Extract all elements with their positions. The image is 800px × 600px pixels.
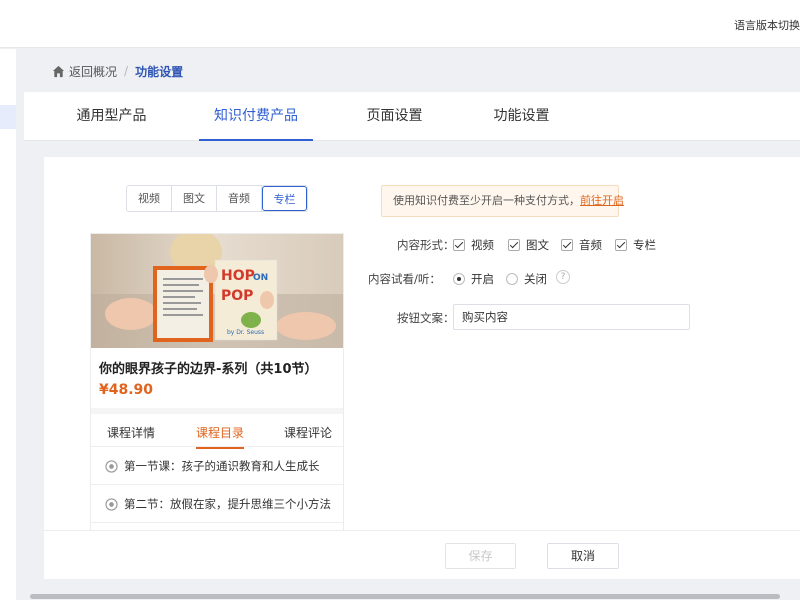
horizontal-scrollbar[interactable] [30,594,780,599]
book-title-hop: HOP [221,268,255,284]
breadcrumb-current: 功能设置 [135,64,184,79]
settings-panel: 视频 图文 音频 专栏 HOP ON POP by Dr. Seuss 你的眼界… [44,157,800,579]
book-author: by Dr. Seuss [227,329,264,336]
content-form-label: 内容形式： [397,238,455,252]
content-type-column[interactable]: 专栏 [262,186,307,211]
breadcrumb: 返回概况 / 功能设置 [52,62,183,80]
course-price: ¥48.90 [99,382,154,398]
content-form-audio-checkbox[interactable]: 音频 [561,237,602,253]
play-circle-icon [105,497,118,511]
radio-unselected-icon [506,273,518,285]
tab-function-settings[interactable]: 功能设置 [464,92,579,141]
content-form-column-checkbox[interactable]: 专栏 [615,237,656,253]
trial-label: 内容试看/听： [368,272,441,286]
breadcrumb-back-link[interactable]: 返回概况 [69,63,117,80]
main-tabs: 通用型产品 知识付费产品 页面设置 功能设置 [24,92,800,141]
form-footer: 保存 取消 [44,530,800,579]
cancel-button[interactable]: 取消 [547,543,619,569]
course-preview: HOP ON POP by Dr. Seuss 你的眼界孩子的边界-系列（共10… [90,233,344,533]
sidebar-item-selected[interactable] [0,105,16,129]
notice-text: 使用知识付费至少开启一种支付方式， [393,194,580,207]
trial-on-radio[interactable]: 开启 [453,271,494,287]
tab-general-product[interactable]: 通用型产品 [54,92,169,141]
content-type-article[interactable]: 图文 [172,186,217,211]
home-icon [52,65,65,77]
content-type-video[interactable]: 视频 [127,186,172,211]
preview-tab-details[interactable]: 课程详情 [107,424,155,441]
enable-payment-link[interactable]: 前往开启 [580,194,624,207]
checkbox-checked-icon [453,239,465,251]
book-title-pop: POP [221,288,253,304]
play-circle-icon [105,459,118,473]
lesson-item[interactable]: 第一节课：孩子的通识教育和人生成长 [105,458,320,474]
breadcrumb-separator: / [124,64,129,78]
payment-notice: 使用知识付费至少开启一种支付方式，前往开启 [381,185,624,217]
language-switch-link[interactable]: 语言版本切换 [734,17,800,33]
content-type-switch: 视频 图文 音频 专栏 [126,185,308,212]
save-button[interactable]: 保存 [445,543,516,569]
radio-selected-icon [453,273,465,285]
button-text-label: 按钮文案： [397,311,455,325]
content-form-article-checkbox[interactable]: 图文 [508,237,549,253]
preview-divider [91,408,343,414]
tab-knowledge-paid-product[interactable]: 知识付费产品 [199,92,313,141]
content-form-video-checkbox[interactable]: 视频 [453,237,494,253]
lesson-divider [91,484,343,485]
lesson-title: 第一节课：孩子的通识教育和人生成长 [124,459,320,473]
content-type-audio[interactable]: 音频 [217,186,262,211]
trial-off-radio[interactable]: 关闭 [506,271,547,287]
lesson-divider [91,522,343,523]
course-cover-image: HOP ON POP by Dr. Seuss [91,234,343,348]
course-title: 你的眼界孩子的边界-系列（共10节） [99,362,318,377]
checkbox-label: 图文 [526,238,549,252]
help-icon[interactable]: ? [556,270,570,284]
checkbox-label: 音频 [579,238,602,252]
top-header: 语言版本切换 [0,0,800,48]
checkbox-checked-icon [615,239,627,251]
radio-label: 关闭 [524,272,547,286]
checkbox-label: 视频 [471,238,494,252]
lesson-item[interactable]: 第二节：放假在家，提升思维三个小方法 [105,496,331,512]
lesson-title: 第二节：放假在家，提升思维三个小方法 [124,497,331,511]
checkbox-checked-icon [508,239,520,251]
preview-tabs-divider [91,446,343,447]
radio-label: 开启 [471,272,494,286]
tab-page-settings[interactable]: 页面设置 [337,92,452,141]
preview-tab-reviews[interactable]: 课程评论 [284,424,332,441]
button-text-input[interactable] [453,304,690,330]
checkbox-checked-icon [561,239,573,251]
book-title-on: ON [253,273,268,283]
sidebar [0,49,16,600]
checkbox-label: 专栏 [633,238,656,252]
